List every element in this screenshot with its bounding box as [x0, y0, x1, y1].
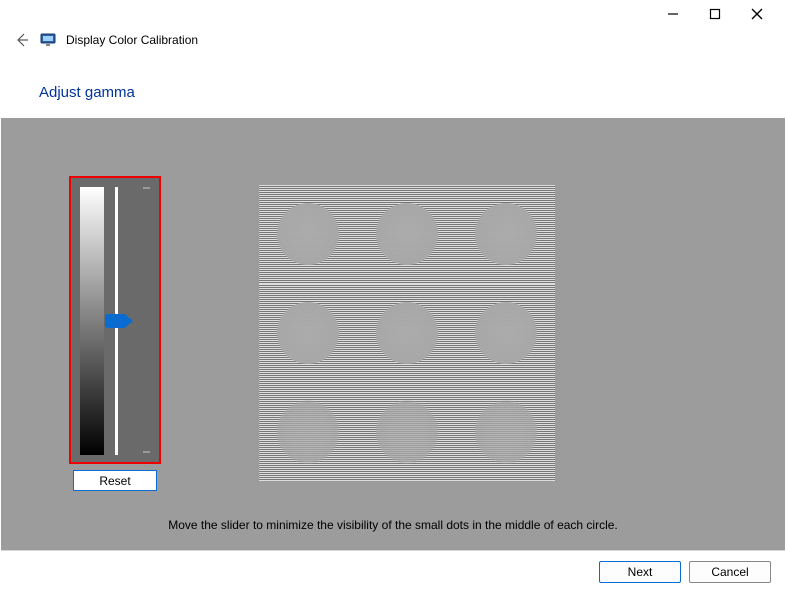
gamma-dot — [277, 302, 339, 364]
footer-bar: Next Cancel — [1, 550, 785, 593]
gamma-preview-grid — [259, 185, 555, 481]
gamma-cell — [456, 185, 555, 284]
gamma-dot — [475, 302, 537, 364]
slider-gradient-strip — [80, 187, 104, 455]
minimize-button[interactable] — [666, 7, 680, 21]
gamma-cell — [456, 382, 555, 481]
gamma-dot — [376, 302, 438, 364]
gamma-cell — [259, 382, 358, 481]
page-heading: Adjust gamma — [39, 84, 135, 101]
gamma-cell — [259, 185, 358, 284]
gamma-cell — [358, 382, 457, 481]
cancel-button[interactable]: Cancel — [689, 561, 771, 583]
slider-tick-max — [143, 187, 150, 189]
gamma-dot — [475, 203, 537, 265]
window-title: Display Color Calibration — [66, 33, 198, 47]
next-button[interactable]: Next — [599, 561, 681, 583]
maximize-button[interactable] — [708, 7, 722, 21]
instruction-text: Move the slider to minimize the visibili… — [1, 518, 785, 532]
gamma-slider-thumb[interactable] — [105, 314, 127, 328]
back-arrow-icon[interactable] — [14, 32, 30, 48]
gamma-cell — [456, 284, 555, 383]
gamma-cell — [358, 185, 457, 284]
gamma-dot — [475, 401, 537, 463]
gamma-dot — [277, 401, 339, 463]
gamma-cell — [358, 284, 457, 383]
gamma-dot — [376, 401, 438, 463]
reset-button[interactable]: Reset — [73, 470, 157, 491]
content-area: Reset Move the slider to minimize the vi… — [1, 118, 785, 550]
gamma-dot — [277, 203, 339, 265]
slider-tick-min — [143, 451, 150, 453]
gamma-slider-panel — [69, 176, 161, 464]
gamma-cell — [259, 284, 358, 383]
monitor-icon — [40, 32, 56, 48]
gamma-dot — [376, 203, 438, 265]
close-button[interactable] — [750, 7, 764, 21]
